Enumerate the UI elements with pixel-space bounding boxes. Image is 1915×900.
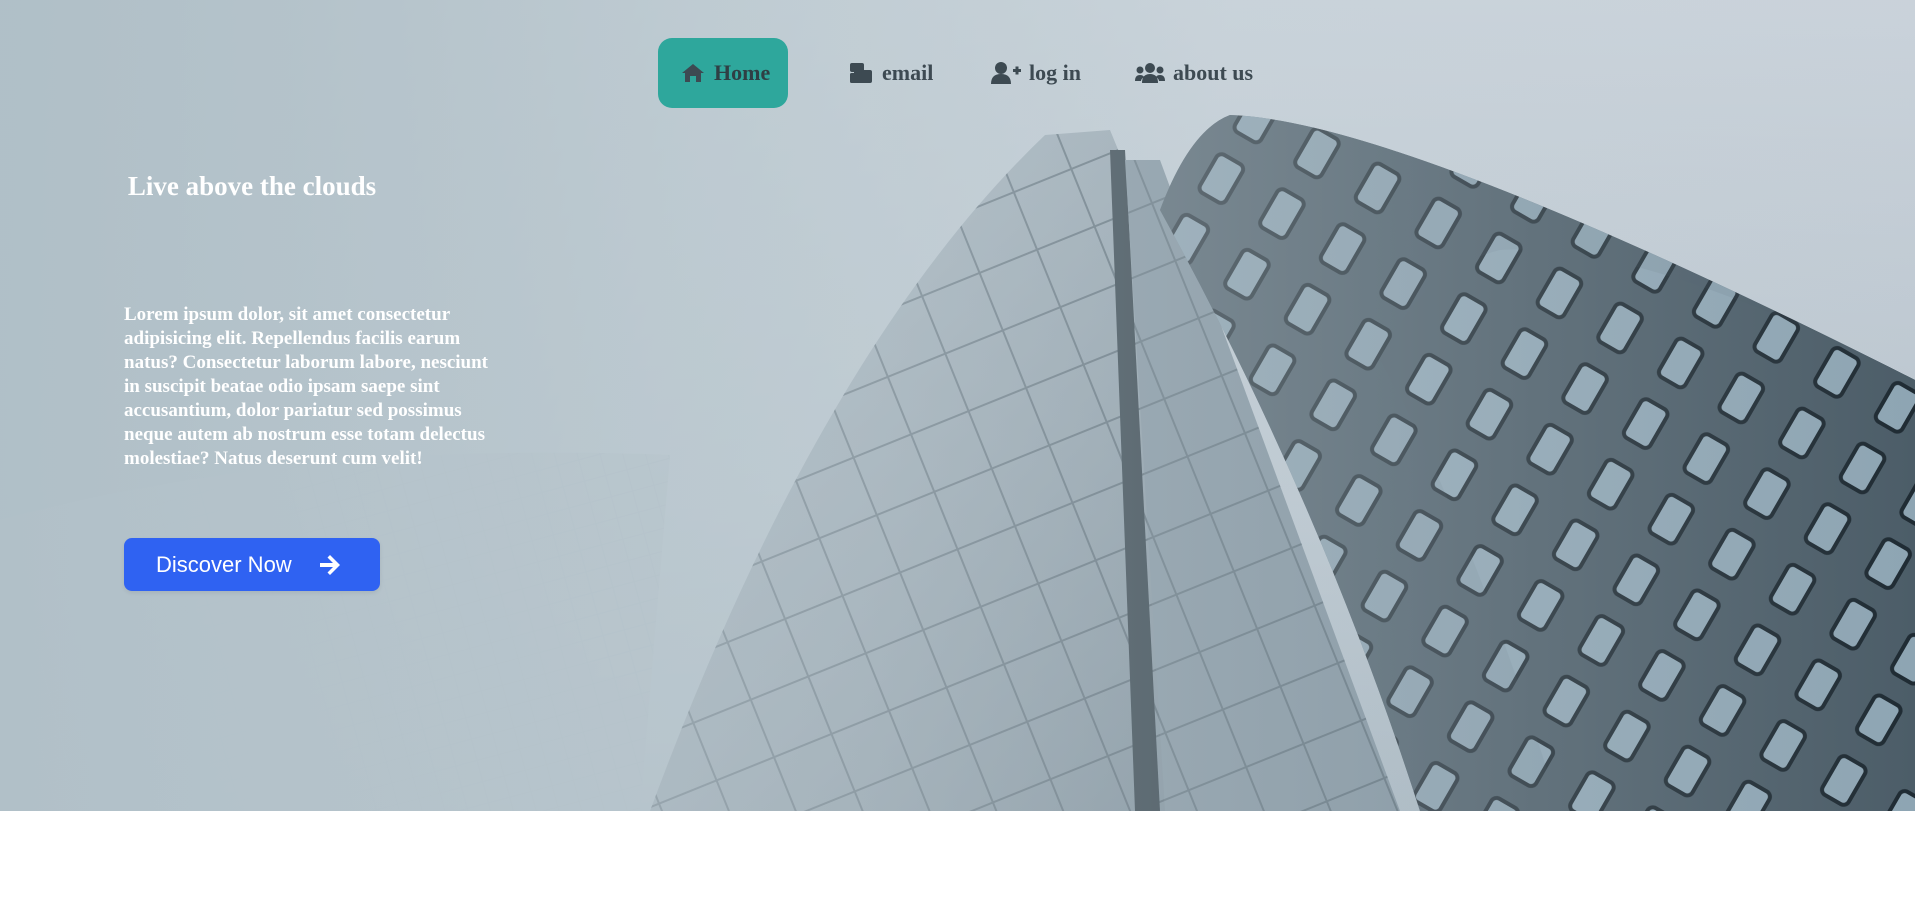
- nav-item-email[interactable]: email: [848, 38, 933, 108]
- discover-now-label: Discover Now: [156, 551, 292, 577]
- users-icon: [1135, 63, 1165, 83]
- nav-item-home[interactable]: Home: [658, 38, 789, 108]
- page-content-below: [0, 811, 1915, 900]
- mail-bulk-icon: [850, 63, 872, 83]
- arrow-right-icon: [319, 554, 340, 575]
- hero-headline: Live above the clouds: [127, 171, 377, 201]
- nav-item-login-label: log in: [1029, 60, 1081, 85]
- discover-now-button[interactable]: Discover Now: [124, 538, 380, 591]
- home-icon: [682, 64, 704, 82]
- hero-body-text: Lorem ipsum dolor, sit amet consectetur …: [124, 304, 489, 469]
- nav-item-email-label: email: [882, 60, 934, 85]
- nav-item-about[interactable]: about us: [1135, 38, 1253, 108]
- nav-item-about-label: about us: [1173, 60, 1254, 85]
- hero-section: Home email log in about us Live above th…: [0, 0, 1915, 811]
- user-plus-icon: [991, 62, 1021, 84]
- nav-item-home-label: Home: [714, 60, 771, 85]
- nav-item-login[interactable]: log in: [991, 38, 1081, 108]
